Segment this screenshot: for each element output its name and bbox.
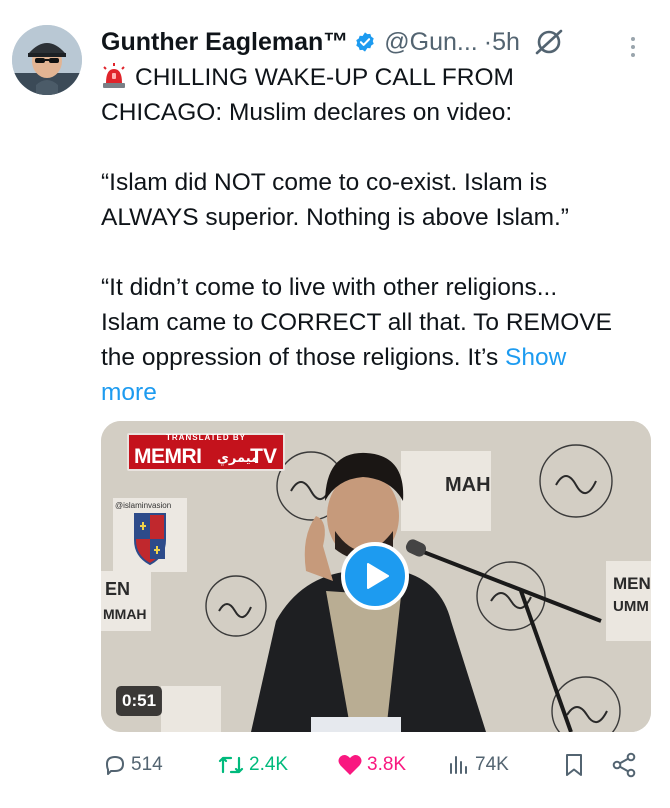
reply-button[interactable]: 514 xyxy=(103,747,163,783)
video-player[interactable]: EN MMAH MAH MEN UMM TRANSLATED BY MEMRI … xyxy=(101,421,651,732)
backdrop-text-2: MAH xyxy=(445,474,491,496)
verified-badge-icon xyxy=(354,31,376,53)
watermark-translated-by: TRANSLATED BY xyxy=(166,433,246,442)
avatar-image xyxy=(12,25,82,95)
memri-tv-watermark: TRANSLATED BY MEMRI ميمري TV xyxy=(127,433,285,471)
tweet-line-1: CHILLING WAKE-UP CALL FROM xyxy=(101,60,656,95)
watermark-brand: MEMRI xyxy=(134,445,202,468)
grok-icon[interactable] xyxy=(534,27,564,57)
share-button[interactable] xyxy=(611,747,637,783)
separator-dot: · xyxy=(483,27,493,56)
tweet-timestamp[interactable]: 5h xyxy=(492,28,520,57)
tweet-line-2: CHICAGO: Muslim declares on video: xyxy=(101,99,513,126)
action-bar: 514 2.4K 3.8K 74K xyxy=(101,747,651,783)
views-count: 74K xyxy=(475,754,509,775)
heart-icon xyxy=(338,755,362,775)
bookmark-icon xyxy=(566,754,582,776)
show-more-line-2: more xyxy=(101,375,656,410)
repost-count: 2.4K xyxy=(249,754,289,775)
backdrop-text-3: MEN xyxy=(613,574,651,593)
backdrop-text-1: EN xyxy=(105,579,130,599)
bookmark-button[interactable] xyxy=(563,747,585,783)
quote-2-line-3: the oppression of those religions. It’s … xyxy=(101,340,656,375)
quote-1-line-1: “Islam did NOT come to co-exist. Islam i… xyxy=(101,169,548,196)
views-icon xyxy=(450,756,467,774)
account-watermark: @islaminvasion xyxy=(113,498,187,572)
repost-button[interactable]: 2.4K xyxy=(217,747,288,783)
play-button[interactable] xyxy=(341,542,409,610)
watermark-tv: TV xyxy=(250,445,277,468)
backdrop-text-5: MMAH xyxy=(103,606,147,622)
show-more-link[interactable]: Show xyxy=(505,344,566,371)
avatar[interactable] xyxy=(12,25,82,95)
reply-icon xyxy=(106,756,124,775)
show-more-link-2[interactable]: more xyxy=(101,379,157,406)
quote-1-line-2: ALWAYS superior. Nothing is above Islam.… xyxy=(101,204,569,231)
play-icon xyxy=(367,563,389,589)
author-name[interactable]: Gunther Eagleman™ xyxy=(101,28,348,57)
backdrop-text-4: UMM xyxy=(613,598,649,615)
video-duration: 0:51 xyxy=(116,686,163,716)
reply-count: 514 xyxy=(131,754,163,775)
tweet-header: Gunther Eagleman™ @Gun... · 5h xyxy=(101,22,650,62)
quote-2-line-1: “It didn’t come to live with other relig… xyxy=(101,274,558,301)
like-count: 3.8K xyxy=(367,754,407,775)
siren-icon xyxy=(101,63,127,89)
account-watermark-tag: @islaminvasion xyxy=(115,501,172,510)
quote-2-line-2: Islam came to CORRECT all that. To REMOV… xyxy=(101,309,613,336)
repost-icon xyxy=(218,756,244,774)
views-button[interactable]: 74K xyxy=(447,747,509,783)
more-icon[interactable] xyxy=(620,30,646,64)
share-icon xyxy=(612,752,636,778)
tweet-text: CHILLING WAKE-UP CALL FROM CHICAGO: Musl… xyxy=(101,60,656,410)
quote-2-line-3-text: the oppression of those religions. It’s xyxy=(101,344,499,371)
tweet-line-1-text: CHILLING WAKE-UP CALL FROM xyxy=(135,64,514,91)
author-handle[interactable]: @Gun... xyxy=(384,28,477,57)
like-button[interactable]: 3.8K xyxy=(337,747,406,783)
